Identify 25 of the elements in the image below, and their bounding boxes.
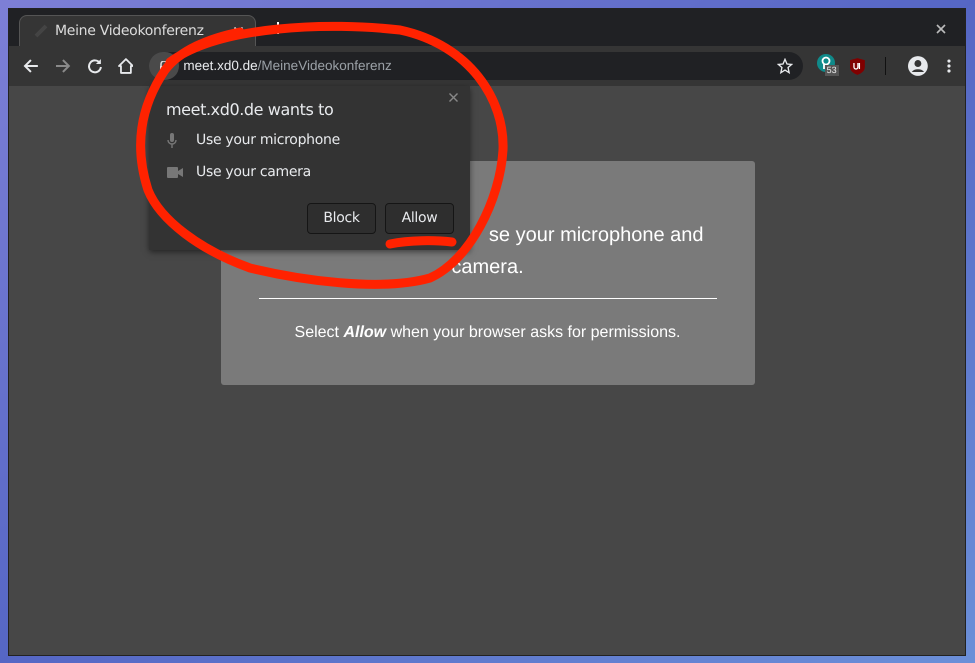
camera-icon [167, 166, 183, 178]
close-icon[interactable] [936, 24, 946, 34]
tab-title: Meine Videokonferenz [55, 22, 204, 40]
address-bar[interactable]: meet.xd0.de/MeineVideokonferenz [149, 52, 803, 80]
permission-label: Use your microphone [196, 130, 340, 150]
forward-icon[interactable] [54, 58, 71, 74]
browser-tab[interactable]: Meine Videokonferenz [19, 15, 256, 46]
popup-title: meet.xd0.de wants to [166, 99, 334, 121]
profile-icon[interactable] [908, 56, 928, 76]
permission-label: Use your camera [196, 162, 311, 182]
popup-button[interactable]: Block [307, 203, 376, 234]
headline-text: se your microphone and [488, 223, 704, 248]
reload-icon[interactable] [86, 58, 103, 74]
shield-icon[interactable] [850, 58, 866, 74]
back-icon[interactable] [23, 58, 39, 74]
home-icon[interactable] [118, 58, 134, 74]
extension-badge: 53 [824, 65, 839, 76]
menu-icon[interactable] [947, 59, 952, 73]
instruction-text: Select Allow when your browser asks for permissions. [294, 323, 682, 343]
star-icon[interactable] [776, 58, 793, 74]
url-text: meet.xd0.de/MeineVideokonferenz [183, 56, 392, 75]
popup-button[interactable]: Allow [385, 203, 454, 234]
microphone-icon [167, 132, 177, 148]
headline-text: camera. [450, 255, 525, 280]
close-icon[interactable] [449, 93, 458, 102]
